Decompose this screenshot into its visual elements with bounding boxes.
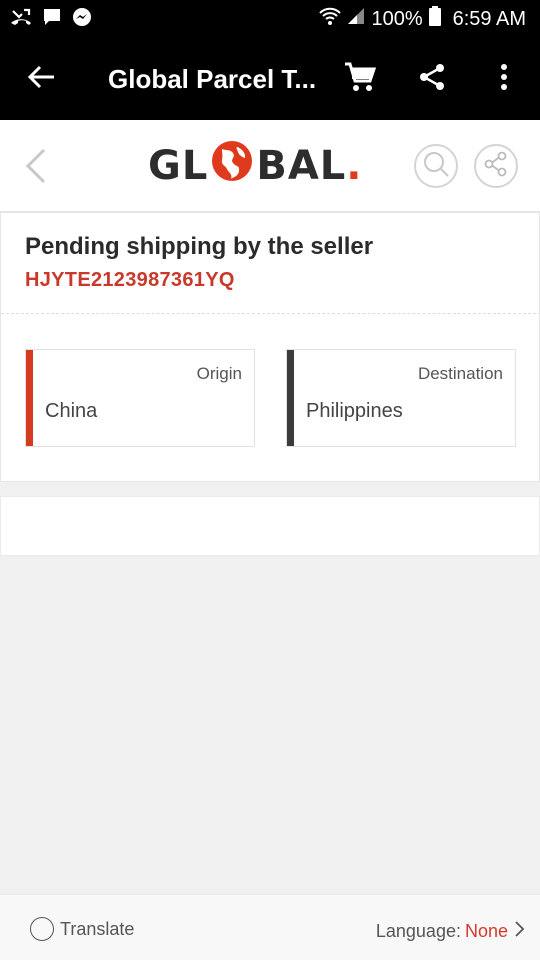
messenger-icon (72, 7, 92, 32)
logo-dot: . (346, 143, 363, 189)
globe-icon (210, 139, 254, 193)
share-icon (483, 151, 509, 182)
translate-label[interactable]: Translate (60, 919, 134, 940)
chevron-left-icon (22, 148, 52, 190)
translate-bar: Translate Language: None (0, 894, 540, 960)
cart-icon (344, 61, 377, 98)
search-button[interactable] (414, 144, 458, 188)
language-selector[interactable]: Language: None (376, 919, 526, 944)
origin-label: Origin (196, 364, 242, 383)
clock: 6:59 AM (452, 7, 526, 30)
site-share-button[interactable] (474, 144, 518, 188)
site-header: GL BAL . (0, 120, 540, 212)
shipment-card: Pending shipping by the seller HJYTE2123… (0, 212, 540, 482)
more-options-button[interactable] (468, 38, 540, 120)
chevron-right-icon (512, 919, 526, 944)
app-actions (324, 38, 540, 120)
translate-radio[interactable] (30, 917, 54, 941)
cart-button[interactable] (324, 38, 396, 120)
destination-label: Destination (417, 364, 503, 383)
logo-text-right: BAL (256, 143, 347, 189)
search-icon (422, 150, 450, 183)
destination-box: Destination Philippines (286, 349, 516, 447)
battery-percent: 100% (371, 7, 423, 30)
logo-text-left: GL (148, 143, 209, 189)
more-vert-icon (500, 63, 508, 96)
web-back-button[interactable] (22, 146, 52, 186)
origin-accent-bar (26, 350, 33, 446)
battery-icon (428, 6, 441, 32)
origin-box: Origin China (25, 349, 255, 447)
notification-icons (10, 7, 92, 32)
app-bar: Global Parcel T... (0, 38, 540, 120)
missed-call-icon (10, 8, 32, 31)
wifi-icon (319, 6, 342, 32)
language-label: Language: (375, 921, 461, 941)
tracking-number: HJYTE2123987361YQ (25, 269, 235, 291)
app-title: Global Parcel T... (108, 63, 317, 94)
signal-icon (347, 7, 365, 31)
destination-accent-bar (287, 350, 294, 446)
shipment-status: Pending shipping by the seller (25, 233, 374, 260)
message-icon (42, 8, 62, 31)
dashed-divider (1, 313, 540, 314)
share-icon (418, 63, 446, 96)
destination-value: Philippines (306, 400, 403, 422)
share-button[interactable] (396, 38, 468, 120)
system-status: 100% 6:59 AM (319, 6, 526, 32)
empty-content-block (0, 496, 540, 556)
global-logo[interactable]: GL BAL . (148, 140, 362, 192)
language-value: None (464, 921, 508, 941)
back-arrow-icon (27, 65, 56, 94)
origin-value: China (45, 400, 98, 422)
back-button[interactable] (0, 38, 84, 120)
status-bar: 100% 6:59 AM (0, 0, 540, 38)
